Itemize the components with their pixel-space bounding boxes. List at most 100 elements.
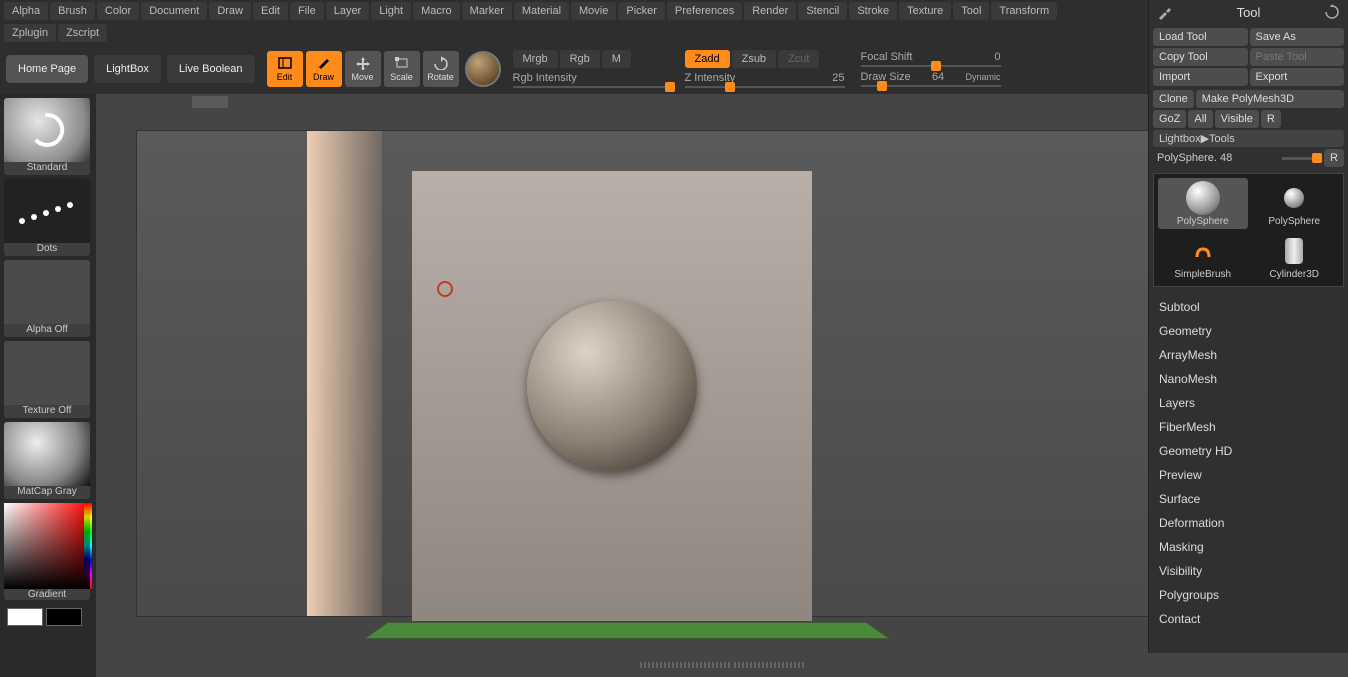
viewport[interactable] xyxy=(136,130,1308,617)
ps-r-button[interactable]: R xyxy=(1324,149,1344,167)
menu-zscript[interactable]: Zscript xyxy=(58,24,107,42)
subpanel-layers[interactable]: Layers xyxy=(1157,391,1340,415)
live-boolean-button[interactable]: Live Boolean xyxy=(167,55,255,83)
save-as-button[interactable]: Save As xyxy=(1250,28,1345,46)
tool-item-polysphere-2[interactable]: PolySphere xyxy=(1250,178,1340,229)
zcut-toggle[interactable]: Zcut xyxy=(778,50,819,68)
swatch-secondary[interactable] xyxy=(46,608,82,626)
subpanel-nanomesh[interactable]: NanoMesh xyxy=(1157,367,1340,391)
rotate-icon xyxy=(433,56,449,70)
dynamic-label[interactable]: Dynamic xyxy=(965,72,1000,82)
paste-tool-button[interactable]: Paste Tool xyxy=(1250,48,1345,66)
subpanel-geometryhd[interactable]: Geometry HD xyxy=(1157,439,1340,463)
lightbox-tools-button[interactable]: Lightbox▶Tools xyxy=(1153,130,1344,147)
brush-tile[interactable]: Standard xyxy=(4,98,90,175)
menu-file[interactable]: File xyxy=(290,2,324,20)
refresh-icon[interactable] xyxy=(1324,4,1340,20)
rgb-toggle[interactable]: Rgb xyxy=(560,50,600,68)
material-tile[interactable]: MatCap Gray xyxy=(4,422,90,499)
stroke-tile[interactable]: Dots xyxy=(4,179,90,256)
ps-slider[interactable] xyxy=(1282,157,1322,160)
material-label: MatCap Gray xyxy=(17,486,76,497)
brush-s-icon xyxy=(1191,239,1215,263)
menu-zplugin[interactable]: Zplugin xyxy=(4,24,56,42)
subpanel-geometry[interactable]: Geometry xyxy=(1157,319,1340,343)
material-preview[interactable] xyxy=(465,51,501,87)
menu-tool[interactable]: Tool xyxy=(953,2,989,20)
copy-tool-button[interactable]: Copy Tool xyxy=(1153,48,1248,66)
scale-mode-button[interactable]: Scale xyxy=(384,51,420,87)
move-mode-button[interactable]: Move xyxy=(345,51,381,87)
edit-icon xyxy=(277,56,293,70)
lightbox-button[interactable]: LightBox xyxy=(94,55,161,83)
swatch-primary[interactable] xyxy=(7,608,43,626)
subpanel-contact[interactable]: Contact xyxy=(1157,607,1340,631)
goz-all-button[interactable]: All xyxy=(1188,110,1212,128)
menu-transform[interactable]: Transform xyxy=(991,2,1057,20)
subpanel-masking[interactable]: Masking xyxy=(1157,535,1340,559)
menu-stencil[interactable]: Stencil xyxy=(798,2,847,20)
menu-picker[interactable]: Picker xyxy=(618,2,665,20)
tool-item-simplebrush[interactable]: SimpleBrush xyxy=(1158,231,1248,282)
canvas-divider[interactable] xyxy=(96,659,1348,671)
gradient-label: Gradient xyxy=(28,589,66,600)
menu-color[interactable]: Color xyxy=(97,2,139,20)
menu-marker[interactable]: Marker xyxy=(462,2,512,20)
menu-texture[interactable]: Texture xyxy=(899,2,951,20)
rotate-mode-button[interactable]: Rotate xyxy=(423,51,459,87)
draw-mode-button[interactable]: Draw xyxy=(306,51,342,87)
menu-preferences[interactable]: Preferences xyxy=(667,2,742,20)
z-intensity-slider[interactable] xyxy=(685,86,845,88)
zsub-toggle[interactable]: Zsub xyxy=(732,50,776,68)
load-tool-button[interactable]: Load Tool xyxy=(1153,28,1248,46)
menu-edit[interactable]: Edit xyxy=(253,2,288,20)
menu-material[interactable]: Material xyxy=(514,2,569,20)
menu-layer[interactable]: Layer xyxy=(326,2,370,20)
home-page-button[interactable]: Home Page xyxy=(6,55,88,83)
subpanel-fibermesh[interactable]: FiberMesh xyxy=(1157,415,1340,439)
zadd-toggle[interactable]: Zadd xyxy=(685,50,730,68)
rgb-intensity-slider[interactable] xyxy=(513,86,673,88)
clone-button[interactable]: Clone xyxy=(1153,90,1194,108)
subpanel-visibility[interactable]: Visibility xyxy=(1157,559,1340,583)
subpanel-subtool[interactable]: Subtool xyxy=(1157,295,1340,319)
goz-button[interactable]: GoZ xyxy=(1153,110,1186,128)
menu-macro[interactable]: Macro xyxy=(413,2,460,20)
alpha-tile[interactable]: Alpha Off xyxy=(4,260,90,337)
hue-slider[interactable] xyxy=(84,503,92,589)
color-picker[interactable] xyxy=(4,503,90,589)
canvas-tab[interactable] xyxy=(192,96,228,108)
focal-shift-label: Focal Shift xyxy=(861,51,913,63)
menu-light[interactable]: Light xyxy=(371,2,411,20)
draw-size-slider[interactable] xyxy=(861,85,1001,87)
tool-item-cylinder3d[interactable]: Cylinder3D xyxy=(1250,231,1340,282)
import-button[interactable]: Import xyxy=(1153,68,1248,86)
m-toggle[interactable]: M xyxy=(602,50,631,68)
focal-shift-slider[interactable] xyxy=(861,65,1001,67)
menu-document[interactable]: Document xyxy=(141,2,207,20)
texture-tile[interactable]: Texture Off xyxy=(4,341,90,418)
menu-alpha[interactable]: Alpha xyxy=(4,2,48,20)
edit-mode-button[interactable]: Edit xyxy=(267,51,303,87)
goz-visible-button[interactable]: Visible xyxy=(1215,110,1259,128)
tool-subpanels: Subtool Geometry ArrayMesh NanoMesh Laye… xyxy=(1149,291,1348,653)
menu-stroke[interactable]: Stroke xyxy=(849,2,897,20)
make-polymesh3d-button[interactable]: Make PolyMesh3D xyxy=(1196,90,1344,108)
export-button[interactable]: Export xyxy=(1250,68,1345,86)
menu-draw[interactable]: Draw xyxy=(209,2,251,20)
subpanel-polygroups[interactable]: Polygroups xyxy=(1157,583,1340,607)
tool-item-polysphere-1[interactable]: PolySphere xyxy=(1158,178,1248,229)
goz-r-button[interactable]: R xyxy=(1261,110,1281,128)
tool-picker: PolySphere PolySphere SimpleBrush Cylind… xyxy=(1153,173,1344,287)
subpanel-surface[interactable]: Surface xyxy=(1157,487,1340,511)
swatches xyxy=(4,604,92,630)
polysphere-object[interactable] xyxy=(527,301,697,471)
subpanel-deformation[interactable]: Deformation xyxy=(1157,511,1340,535)
color-tile[interactable]: Gradient xyxy=(4,503,90,600)
menu-brush[interactable]: Brush xyxy=(50,2,95,20)
subpanel-arraymesh[interactable]: ArrayMesh xyxy=(1157,343,1340,367)
menu-render[interactable]: Render xyxy=(744,2,796,20)
menu-movie[interactable]: Movie xyxy=(571,2,616,20)
subpanel-preview[interactable]: Preview xyxy=(1157,463,1340,487)
mrgb-toggle[interactable]: Mrgb xyxy=(513,50,558,68)
